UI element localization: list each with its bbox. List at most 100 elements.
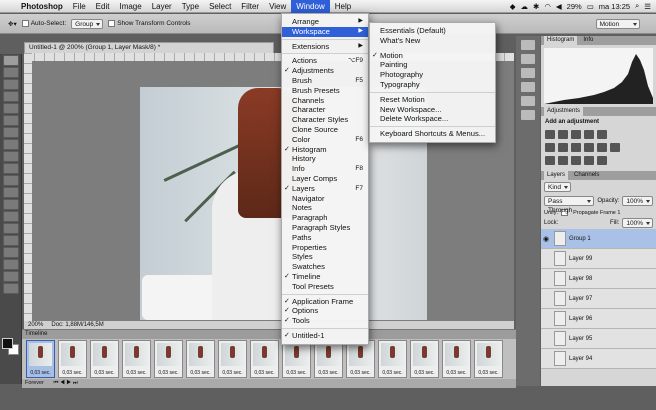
stamp-tool-icon[interactable] [3, 151, 19, 162]
layer-name[interactable]: Group 1 [569, 236, 591, 242]
spotlight-icon[interactable]: ⌕ [635, 1, 639, 11]
layer-row[interactable]: Layer 99 [541, 249, 656, 269]
eyedropper-tool-icon[interactable] [3, 115, 19, 126]
workspace-switcher[interactable]: Motion [595, 18, 640, 29]
window-menu-item-arrange[interactable]: Arrange ▶ [282, 17, 368, 27]
layer-name[interactable]: Layer 98 [569, 276, 592, 282]
window-menu-item-character[interactable]: Character [282, 105, 368, 115]
window-menu-item-paragraph-styles[interactable]: Paragraph Styles [282, 223, 368, 233]
timeline-frame[interactable]: 0,03 sec. [122, 340, 151, 378]
vibrance-icon[interactable] [597, 130, 607, 139]
battery-icon[interactable]: ▭ [587, 2, 594, 11]
brush-tool-icon[interactable] [3, 139, 19, 150]
frame-delay[interactable]: 0,03 sec. [251, 370, 278, 376]
menu-window[interactable]: Window [291, 0, 330, 13]
blend-mode-select[interactable]: Pass Through [544, 196, 595, 214]
dodge-tool-icon[interactable] [3, 211, 19, 222]
gradient-map-icon[interactable] [597, 156, 607, 165]
layer-name[interactable]: Layer 96 [569, 316, 592, 322]
layer-name[interactable]: Layer 99 [569, 256, 592, 262]
timeline-frame[interactable]: 0,03 sec. [410, 340, 439, 378]
window-menu-item-paths[interactable]: Paths [282, 233, 368, 243]
path-select-tool-icon[interactable] [3, 247, 19, 258]
curves-icon[interactable] [571, 130, 581, 139]
timeline-frame[interactable]: 0,03 sec. [218, 340, 247, 378]
window-menu-item-layer-comps[interactable]: Layer Comps [282, 174, 368, 184]
layer-row[interactable]: Layer 95 [541, 329, 656, 349]
window-menu-item-timeline[interactable]: ✓ Timeline [282, 272, 368, 282]
posterize-icon[interactable] [558, 156, 568, 165]
frame-delay[interactable]: 0,03 sec. [283, 370, 310, 376]
cloud-icon[interactable]: ☁ [521, 2, 529, 11]
tab-info[interactable]: Info [583, 36, 593, 45]
frame-delay[interactable]: 0,03 sec. [123, 370, 150, 376]
history-brush-tool-icon[interactable] [3, 163, 19, 174]
timeline-frame[interactable]: 0,03 sec. [26, 340, 55, 378]
frame-delay[interactable]: 0,03 sec. [315, 370, 342, 376]
volume-icon[interactable]: ◀ [556, 2, 562, 11]
battery-percent[interactable]: 29% [567, 2, 582, 11]
layer-name[interactable]: Layer 94 [569, 356, 592, 362]
window-menu-item-history[interactable]: History [282, 154, 368, 164]
brightness-icon[interactable] [545, 130, 555, 139]
window-menu-item-brush[interactable]: Brush F5 [282, 76, 368, 86]
frame-delay[interactable]: 0,03 sec. [379, 370, 406, 376]
photo-filter-icon[interactable] [584, 143, 594, 152]
window-menu-item-channels[interactable]: Channels [282, 96, 368, 106]
clock[interactable]: ma 13:25 [599, 2, 630, 11]
move-tool-icon[interactable] [3, 55, 19, 66]
workspace-menu-item-typography[interactable]: Typography [370, 80, 495, 90]
window-menu-item-actions[interactable]: Actions ⌥F9 [282, 56, 368, 66]
panel-history-icon[interactable] [521, 40, 535, 50]
workspace-menu-item-keyboard-shortcuts-menus[interactable]: Keyboard Shortcuts & Menus... [370, 129, 495, 139]
show-transform-checkbox[interactable]: Show Transform Controls [108, 19, 191, 27]
menu-image[interactable]: Image [114, 0, 146, 13]
crop-tool-icon[interactable] [3, 103, 19, 114]
window-menu-item-tool-presets[interactable]: Tool Presets [282, 282, 368, 292]
window-menu-item-color[interactable]: Color F6 [282, 135, 368, 145]
playback-controls-icon[interactable]: ⏮ ◀ ▶ ⏭ [53, 380, 77, 386]
lasso-tool-icon[interactable] [3, 79, 19, 90]
zoom-tool-icon[interactable] [3, 283, 19, 294]
frame-delay[interactable]: 0,03 sec. [155, 370, 182, 376]
threshold-icon[interactable] [571, 156, 581, 165]
layer-name[interactable]: Layer 97 [569, 296, 592, 302]
color-lookup-icon[interactable] [610, 143, 620, 152]
window-menu-item-navigator[interactable]: Navigator [282, 194, 368, 204]
invert-icon[interactable] [545, 156, 555, 165]
fill-field[interactable]: 100% [622, 218, 653, 228]
shape-tool-icon[interactable] [3, 259, 19, 270]
window-menu-item-clone-source[interactable]: Clone Source [282, 125, 368, 135]
frame-delay[interactable]: 0,03 sec. [187, 370, 214, 376]
menu-filter[interactable]: Filter [236, 0, 264, 13]
type-tool-icon[interactable] [3, 235, 19, 246]
frame-delay[interactable]: 0,03 sec. [443, 370, 470, 376]
window-menu-item-application-frame[interactable]: ✓ Application Frame [282, 297, 368, 307]
panel-properties-icon[interactable] [521, 68, 535, 78]
menu-help[interactable]: Help [330, 0, 356, 13]
timeline-frame[interactable]: 0,03 sec. [58, 340, 87, 378]
timeline-frame[interactable]: 0,03 sec. [282, 340, 311, 378]
document-tab[interactable]: Untitled-1 @ 200% (Group 1, Layer Mask/8… [24, 42, 274, 53]
window-menu-item-layers[interactable]: ✓ Layers F7 [282, 184, 368, 194]
menu-app-name[interactable]: Photoshop [16, 0, 68, 13]
pen-tool-icon[interactable] [3, 223, 19, 234]
black-white-icon[interactable] [571, 143, 581, 152]
timeline-frame[interactable]: 0,03 sec. [442, 340, 471, 378]
layer-row[interactable]: Layer 98 [541, 269, 656, 289]
menu-edit[interactable]: Edit [91, 0, 115, 13]
loop-select[interactable]: Forever [25, 380, 44, 386]
window-menu-item-adjustments[interactable]: ✓ Adjustments [282, 66, 368, 76]
layer-row[interactable]: Layer 97 [541, 289, 656, 309]
timeline-frame[interactable]: 0,03 sec. [186, 340, 215, 378]
frame-delay[interactable]: 0,03 sec. [59, 370, 86, 376]
gradient-tool-icon[interactable] [3, 187, 19, 198]
quick-select-tool-icon[interactable] [3, 91, 19, 102]
panel-brush-icon[interactable] [521, 82, 535, 92]
zoom-level[interactable]: 200% [28, 321, 43, 329]
frame-delay[interactable]: 0,03 sec. [411, 370, 438, 376]
window-menu-item-info[interactable]: Info F8 [282, 164, 368, 174]
tab-layers[interactable]: Layers [544, 171, 569, 180]
hue-saturation-icon[interactable] [545, 143, 555, 152]
layer-name[interactable]: Layer 95 [569, 336, 592, 342]
